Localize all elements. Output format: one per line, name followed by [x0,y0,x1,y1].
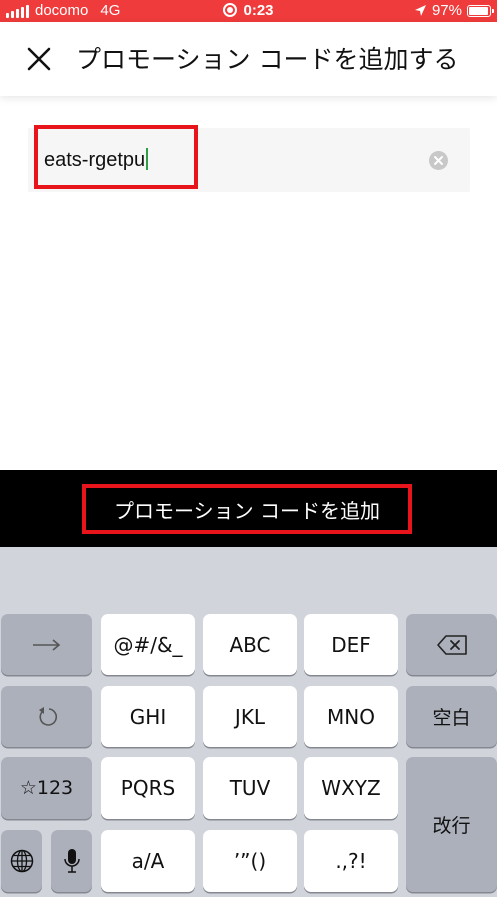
key-wxyz[interactable]: WXYZ [304,757,398,819]
key-undo[interactable] [1,686,92,747]
key-jkl[interactable]: JKL [203,686,297,747]
key-globe[interactable] [1,830,42,892]
location-icon [414,5,426,16]
key-def[interactable]: DEF [304,614,398,675]
clear-icon [434,156,443,165]
close-button[interactable] [24,44,54,74]
arrow-right-icon [32,638,60,651]
key-punctuation[interactable]: .,?! [304,830,398,892]
screen-recording-icon [223,3,238,17]
key-symbols[interactable]: @#/&_ [101,614,195,675]
clear-button[interactable] [429,151,448,170]
globe-icon [10,849,33,873]
key-mno[interactable]: MNO [304,686,398,747]
status-bar: docomo 4G 0:23 97% [0,0,497,22]
page-title: プロモーション コードを追加する [76,45,459,74]
key-return[interactable]: 改行 [406,757,497,892]
key-delete[interactable] [406,614,497,675]
key-arrow-right[interactable] [1,614,92,675]
nav-bar: プロモーション コードを追加する [0,22,497,96]
status-right: 97% [414,2,494,19]
key-abc[interactable]: ABC [203,614,297,675]
close-icon [27,47,51,71]
microphone-icon [63,849,80,873]
key-tuv[interactable]: TUV [203,757,297,819]
undo-icon [38,706,57,726]
backspace-icon [436,634,467,655]
add-promo-code-button[interactable]: プロモーション コードを追加 [82,484,412,534]
key-ghi[interactable]: GHI [101,686,195,747]
add-promo-bar: プロモーション コードを追加 [0,470,497,547]
key-space[interactable]: 空白 [406,686,497,747]
keyboard: @#/&_ ABC DEF GHI JKL MNO 空白 ☆123 PQRS T… [0,547,497,897]
key-numbers[interactable]: ☆123 [1,757,92,819]
key-quotes[interactable]: ’”() [203,830,297,892]
key-pqrs[interactable]: PQRS [101,757,195,819]
battery-percent: 97% [431,2,462,19]
status-time: 0:23 [243,2,274,19]
key-case-toggle[interactable]: a/A [101,830,195,892]
input-highlight-box [34,125,198,189]
key-microphone[interactable] [51,830,92,892]
battery-icon [467,4,494,17]
